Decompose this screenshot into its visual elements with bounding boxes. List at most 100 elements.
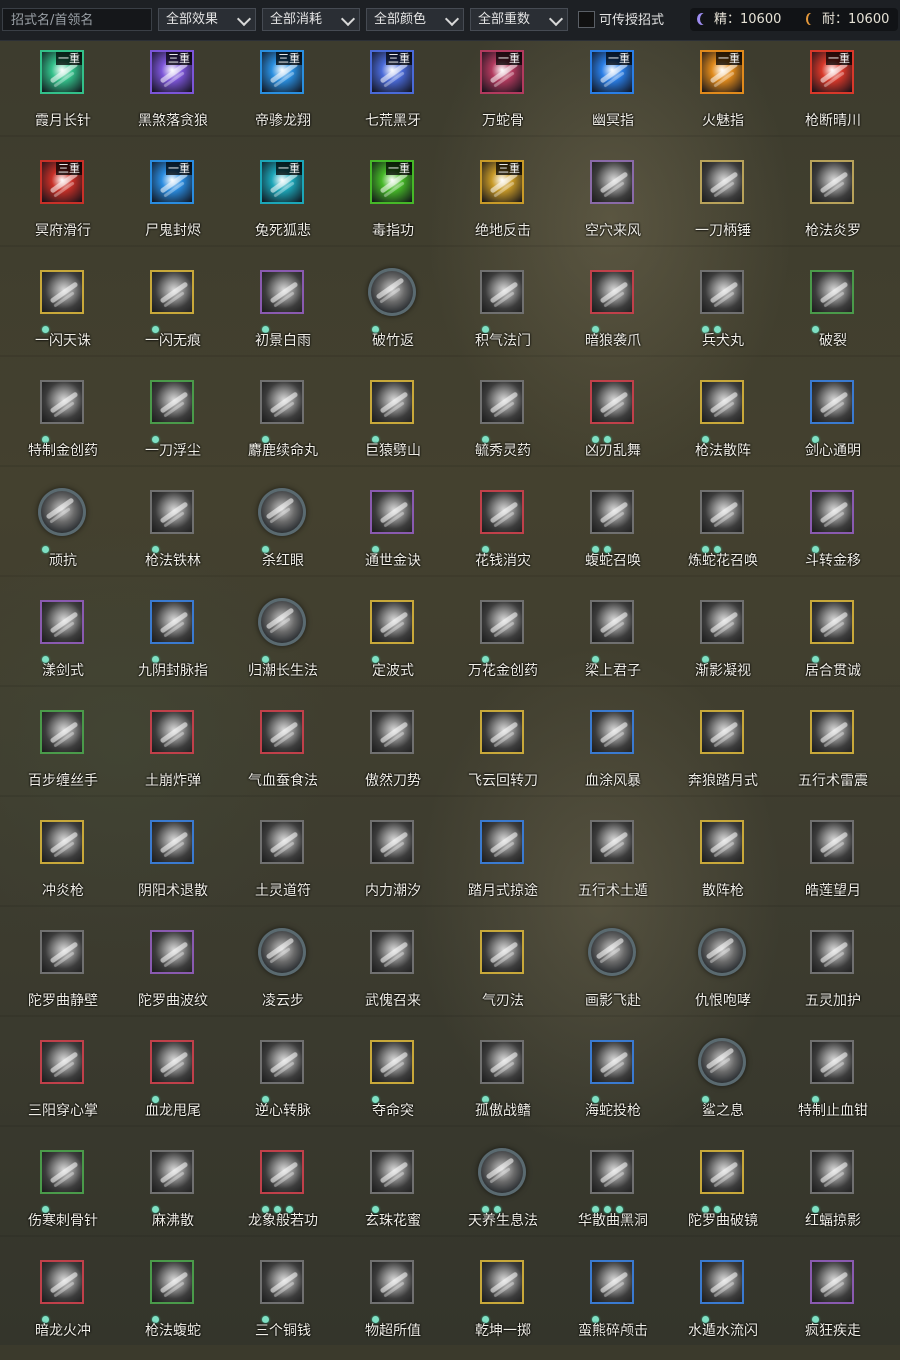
skill-card[interactable]: 水遁水流闪 — [660, 1250, 770, 1360]
skill-card[interactable]: 孤傲战鳍 — [440, 1030, 550, 1140]
skill-card[interactable]: 蝮蛇召唤 — [550, 480, 660, 590]
skill-card[interactable]: 鲨之息 — [660, 1030, 770, 1140]
skill-card[interactable]: 五行术土遁 — [550, 810, 660, 920]
skill-card[interactable]: 居合贯诚 — [770, 590, 880, 700]
skill-card[interactable]: 毓秀灵药 — [440, 370, 550, 480]
skill-card[interactable]: 麝鹿续命丸 — [220, 370, 330, 480]
skill-card[interactable]: 疯狂疾走 — [770, 1250, 880, 1360]
skill-card[interactable]: 一重 幽冥指 — [550, 40, 660, 150]
skill-card[interactable]: 奔狼踏月式 — [660, 700, 770, 810]
skill-card[interactable]: 斗转金移 — [770, 480, 880, 590]
skill-card[interactable]: 炼蛇花召唤 — [660, 480, 770, 590]
skill-card[interactable]: 一重 枪断晴川 — [770, 40, 880, 150]
transferable-checkbox[interactable] — [578, 11, 595, 28]
skill-card[interactable]: 三重 冥府滑行 — [0, 150, 110, 260]
skill-card[interactable]: 三重 七荒黑牙 — [330, 40, 440, 150]
skill-card[interactable]: 五灵加护 — [770, 920, 880, 1030]
skill-card[interactable]: 兵犬丸 — [660, 260, 770, 370]
skill-card[interactable]: 破裂 — [770, 260, 880, 370]
skill-card[interactable]: 画影飞赴 — [550, 920, 660, 1030]
skill-card[interactable]: 夺命突 — [330, 1030, 440, 1140]
skill-card[interactable]: 剑心通明 — [770, 370, 880, 480]
skill-card[interactable]: 一重 火魅指 — [660, 40, 770, 150]
skill-card[interactable]: 土灵道符 — [220, 810, 330, 920]
skill-card[interactable]: 玄珠花蜜 — [330, 1140, 440, 1250]
skill-card[interactable]: 五行术雷震 — [770, 700, 880, 810]
skill-card[interactable]: 一闪天诛 — [0, 260, 110, 370]
skill-card[interactable]: 逆心转脉 — [220, 1030, 330, 1140]
skill-card[interactable]: 飞云回转刀 — [440, 700, 550, 810]
skill-card[interactable]: 凶刃乱舞 — [550, 370, 660, 480]
skill-card[interactable]: 顽抗 — [0, 480, 110, 590]
skill-card[interactable]: 麻沸散 — [110, 1140, 220, 1250]
skill-card[interactable]: 踏月式掠途 — [440, 810, 550, 920]
skill-card[interactable]: 乾坤一掷 — [440, 1250, 550, 1360]
skill-card[interactable]: 暗龙火冲 — [0, 1250, 110, 1360]
skill-card[interactable]: 三个铜钱 — [220, 1250, 330, 1360]
skill-card[interactable]: 凌云步 — [220, 920, 330, 1030]
skill-card[interactable]: 红蝠掠影 — [770, 1140, 880, 1250]
skill-card[interactable]: 气血蚕食法 — [220, 700, 330, 810]
skill-card[interactable]: 仇恨咆哮 — [660, 920, 770, 1030]
skill-card[interactable]: 特制金创药 — [0, 370, 110, 480]
skill-card[interactable]: 梁上君子 — [550, 590, 660, 700]
skill-card[interactable]: 天养生息法 — [440, 1140, 550, 1250]
skill-card[interactable]: 陀罗曲静壁 — [0, 920, 110, 1030]
effect-filter-dropdown[interactable]: 全部效果 — [158, 8, 256, 31]
skill-card[interactable]: 归潮长生法 — [220, 590, 330, 700]
skill-card[interactable]: 散阵枪 — [660, 810, 770, 920]
weight-filter-dropdown[interactable]: 全部重数 — [470, 8, 568, 31]
skill-card[interactable]: 陀罗曲破镜 — [660, 1140, 770, 1250]
skill-card[interactable]: 三重 绝地反击 — [440, 150, 550, 260]
skill-card[interactable]: 三重 黑煞落贪狼 — [110, 40, 220, 150]
skill-card[interactable]: 三阳穿心掌 — [0, 1030, 110, 1140]
skill-card[interactable]: 定波式 — [330, 590, 440, 700]
skill-card[interactable]: 枪法铁林 — [110, 480, 220, 590]
skill-card[interactable]: 皓莲望月 — [770, 810, 880, 920]
search-input[interactable]: 招式名/首领名 — [2, 8, 152, 31]
skill-card[interactable]: 一刀浮尘 — [110, 370, 220, 480]
skill-card[interactable]: 气刃法 — [440, 920, 550, 1030]
skill-card[interactable]: 花钱消灾 — [440, 480, 550, 590]
skill-card[interactable]: 特制止血钳 — [770, 1030, 880, 1140]
skill-card[interactable]: 百步缠丝手 — [0, 700, 110, 810]
skill-card[interactable]: 漾剑式 — [0, 590, 110, 700]
skill-card[interactable]: 一重 霞月长针 — [0, 40, 110, 150]
skill-card[interactable]: 枪法炎罗 — [770, 150, 880, 260]
skill-card[interactable]: 巨猿劈山 — [330, 370, 440, 480]
skill-card[interactable]: 一闪无痕 — [110, 260, 220, 370]
skill-card[interactable]: 暗狼袭爪 — [550, 260, 660, 370]
skill-card[interactable]: 三重 帝骖龙翔 — [220, 40, 330, 150]
skill-card[interactable]: 海蛇投枪 — [550, 1030, 660, 1140]
skill-card[interactable]: 伤寒刺骨针 — [0, 1140, 110, 1250]
skill-card[interactable]: 杀红眼 — [220, 480, 330, 590]
skill-card[interactable]: 万花金创药 — [440, 590, 550, 700]
skill-card[interactable]: 蛮熊碎颅击 — [550, 1250, 660, 1360]
skill-card[interactable]: 枪法蝮蛇 — [110, 1250, 220, 1360]
skill-card[interactable]: 华散曲黑洞 — [550, 1140, 660, 1250]
skill-card[interactable]: 九阴封脉指 — [110, 590, 220, 700]
cost-filter-dropdown[interactable]: 全部消耗 — [262, 8, 360, 31]
skill-card[interactable]: 枪法散阵 — [660, 370, 770, 480]
skill-card[interactable]: 土崩炸弹 — [110, 700, 220, 810]
skill-card[interactable]: 一重 兔死狐悲 — [220, 150, 330, 260]
skill-card[interactable]: 空穴来风 — [550, 150, 660, 260]
skill-card[interactable]: 破竹返 — [330, 260, 440, 370]
skill-card[interactable]: 一重 万蛇骨 — [440, 40, 550, 150]
skill-card[interactable]: 物超所值 — [330, 1250, 440, 1360]
skill-card[interactable]: 陀罗曲波纹 — [110, 920, 220, 1030]
skill-card[interactable]: 龙象般若功 — [220, 1140, 330, 1250]
skill-card[interactable]: 阴阳术退散 — [110, 810, 220, 920]
color-filter-dropdown[interactable]: 全部颜色 — [366, 8, 464, 31]
skill-card[interactable]: 冲炎枪 — [0, 810, 110, 920]
skill-card[interactable]: 通世金诀 — [330, 480, 440, 590]
skill-card[interactable]: 一重 尸鬼封烬 — [110, 150, 220, 260]
skill-card[interactable]: 血涂风暴 — [550, 700, 660, 810]
skill-card[interactable]: 傲然刀势 — [330, 700, 440, 810]
skill-card[interactable]: 积气法门 — [440, 260, 550, 370]
skill-card[interactable]: 武傀召来 — [330, 920, 440, 1030]
skill-card[interactable]: 一重 毒指功 — [330, 150, 440, 260]
skill-card[interactable]: 内力潮汐 — [330, 810, 440, 920]
skill-card[interactable]: 初景白雨 — [220, 260, 330, 370]
skill-card[interactable]: 渐影凝视 — [660, 590, 770, 700]
